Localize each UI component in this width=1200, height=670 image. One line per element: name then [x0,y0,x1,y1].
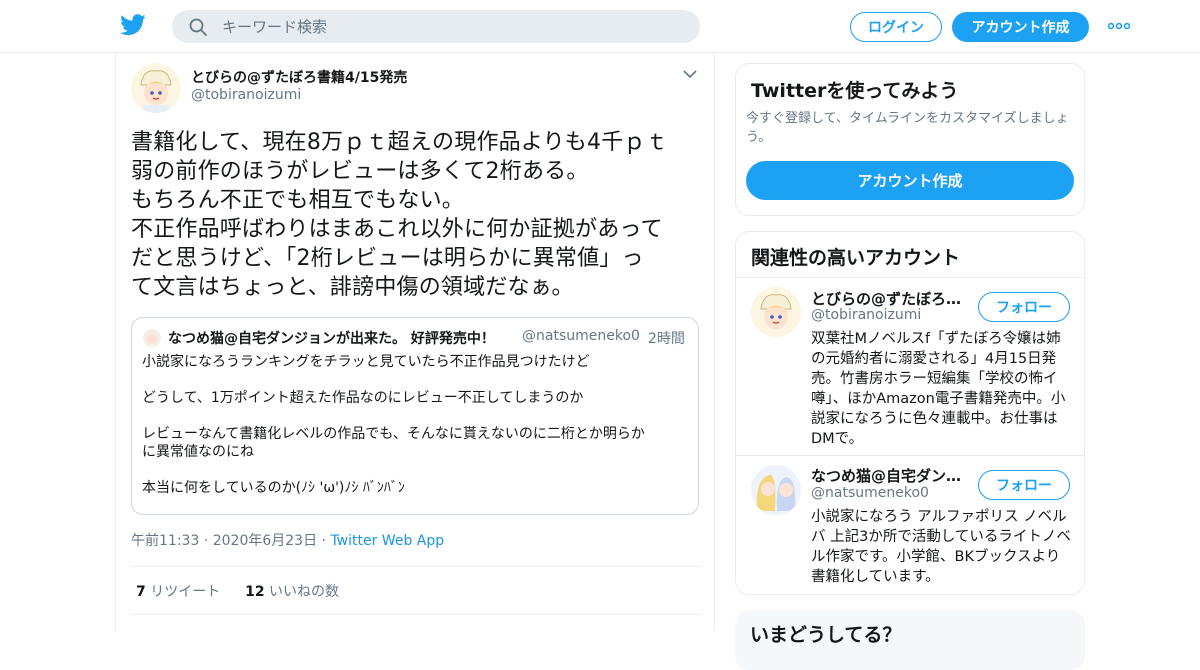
twitter-bird-icon[interactable] [120,13,146,37]
retweet-label: リツイート [150,584,221,600]
divider [131,566,701,567]
separator-dot: · [199,533,213,549]
separator-dot: · [317,533,331,549]
tweet-stats: 7 リツイート 12 いいねの数 [136,581,339,601]
avatar[interactable] [751,465,801,515]
divider [736,277,1084,278]
avatar[interactable] [131,63,181,113]
signup-card-button[interactable]: アカウント作成 [746,161,1074,200]
quoted-author-handle: @natsumeneko0 [522,328,640,344]
chevron-down-icon[interactable] [683,69,697,79]
account-name[interactable]: なつめ猫@自宅ダン… [811,465,961,486]
tweet-date: 2020年6月23日 [212,533,318,549]
account-handle[interactable]: @tobiranoizumi [811,307,921,323]
quoted-text: 小説家になろうランキングをチラッと見ていたら不正作品見つけたけど どうして、1万… [142,354,645,496]
top-navigation-bar: ログイン アカウント作成 [0,0,1200,53]
divider [736,455,1084,456]
follow-button[interactable]: フォロー [978,470,1070,500]
related-accounts-title: 関連性の高いアカウント [751,247,961,269]
trends-title: いまどうしてる？ [750,624,902,646]
divider [131,614,701,615]
account-handle[interactable]: @natsumeneko0 [811,485,929,501]
like-stat[interactable]: 12 いいねの数 [245,584,339,600]
like-label: いいねの数 [269,584,340,600]
signup-button[interactable]: アカウント作成 [952,12,1089,42]
follow-button[interactable]: フォロー [978,292,1070,322]
account-bio: 小説家になろう アルファポリス ノベルバ 上記3か所で活動しているライトノベル作… [811,509,1071,585]
account-name[interactable]: とびらの@ずたぼろ… [811,288,961,309]
quoted-author-name: なつめ猫@自宅ダンジョンが出来た。 好評発売中！ [168,331,495,347]
separator-dot: · [636,327,641,343]
retweet-count: 7 [136,584,146,600]
avatar[interactable] [751,287,801,337]
retweet-stat[interactable]: 7 リツイート [136,584,220,600]
quoted-timestamp: 2時間 [648,331,685,347]
tweet-metadata: 午前11:33 · 2020年6月23日 · Twitter Web App [131,530,444,550]
related-accounts-card: 関連性の高いアカウント とびらの@ずたぼろ… @tobiranoizumi フォ… [735,231,1085,595]
quoted-tweet[interactable]: なつめ猫@自宅ダンジョンが出来た。 好評発売中！ @natsumeneko0 ·… [131,317,699,515]
signup-card-title: Twitterを使ってみよう [751,80,959,102]
tweet-text: 書籍化して、現在8万ｐｔ超えの現作品よりも4千ｐｔ 弱の前作のほうがレビューは多… [131,130,668,300]
like-count: 12 [245,584,265,600]
author-handle[interactable]: @tobiranoizumi [191,87,301,103]
account-bio: 双葉社Mノベルスf「ずたぼろ令嬢は姉の元婚約者に溺愛される」4月15日発売。竹書… [811,331,1066,447]
search-box[interactable] [172,10,700,43]
search-input[interactable] [222,10,682,43]
login-button[interactable]: ログイン [850,12,942,42]
author-name[interactable]: とびらの@ずたぼろ書籍4/15発売 [191,67,407,87]
tweet-time: 午前11:33 [131,533,200,549]
more-dots-icon[interactable] [1108,18,1130,34]
signup-card: Twitterを使ってみよう 今すぐ登録して、タイムラインをカスタマイズしましょ… [735,63,1085,216]
avatar [143,329,161,347]
trends-card: いまどうしてる？ [735,610,1085,670]
tweet-detail: とびらの@ずたぼろ書籍4/15発売 @tobiranoizumi 書籍化して、現… [115,53,715,630]
tweet-source-link[interactable]: Twitter Web App [330,533,444,549]
search-icon [189,18,207,36]
signup-card-subtitle: 今すぐ登録して、タイムラインをカスタマイズしましょう。 [746,111,1069,145]
